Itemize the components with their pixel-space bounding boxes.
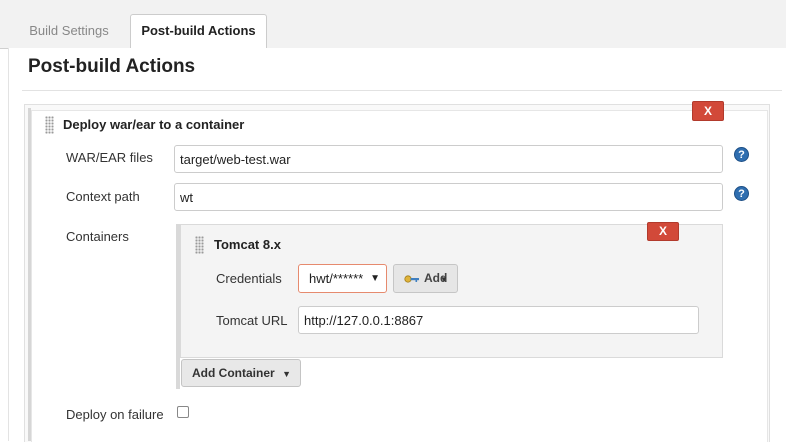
tab-build-settings[interactable]: Build Settings: [18, 17, 120, 47]
caret-down-icon: ▼: [440, 275, 448, 284]
war-ear-files-input[interactable]: [174, 145, 723, 173]
deploy-step-title: Deploy war/ear to a container: [63, 117, 245, 132]
delete-step-button[interactable]: X: [692, 101, 724, 121]
add-container-label: Add Container: [192, 366, 275, 380]
credentials-label: Credentials: [216, 271, 282, 286]
context-path-label: Context path: [66, 189, 140, 204]
key-icon: [404, 275, 419, 283]
tab-post-build-actions[interactable]: Post-build Actions: [130, 14, 267, 49]
help-icon[interactable]: ?: [734, 147, 749, 162]
credentials-select[interactable]: hwt/****** ▼: [298, 264, 387, 293]
container-title: Tomcat 8.x: [214, 237, 281, 252]
drag-handle-icon[interactable]: [195, 236, 204, 254]
tomcat-url-label: Tomcat URL: [216, 313, 288, 328]
context-path-input[interactable]: [174, 183, 723, 211]
section-divider: [22, 90, 782, 91]
deploy-step-left-bar: [28, 108, 31, 441]
help-icon[interactable]: ?: [734, 186, 749, 201]
add-container-button[interactable]: Add Container ▼: [181, 359, 301, 387]
section-title: Post-build Actions: [28, 56, 196, 77]
containers-label: Containers: [66, 229, 129, 244]
add-credentials-button[interactable]: Add ▼: [393, 264, 458, 293]
delete-container-button[interactable]: X: [647, 222, 679, 241]
tomcat-url-input[interactable]: [298, 306, 699, 334]
credentials-value: hwt/******: [309, 271, 364, 286]
deploy-on-failure-checkbox[interactable]: [177, 406, 189, 418]
clipped-top-tabs: [0, 0, 786, 4]
drag-handle-icon[interactable]: [45, 116, 54, 134]
deploy-on-failure-label: Deploy on failure: [66, 407, 164, 422]
war-ear-label: WAR/EAR files: [66, 150, 153, 165]
caret-down-icon: ▼: [282, 369, 291, 379]
caret-down-icon: ▼: [370, 273, 380, 284]
